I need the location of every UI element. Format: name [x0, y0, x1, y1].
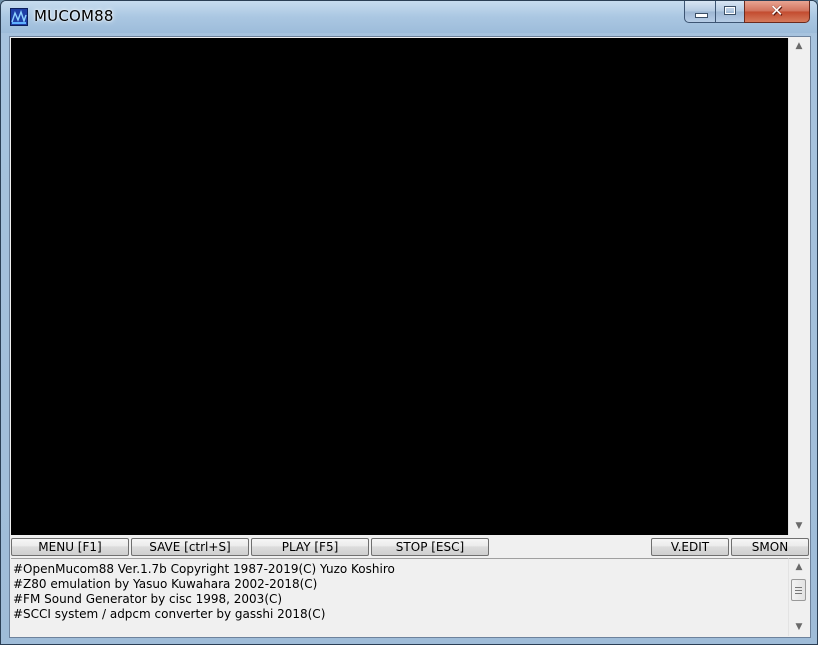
- minimize-icon: [695, 13, 708, 18]
- save-button[interactable]: SAVE [ctrl+S]: [131, 538, 249, 556]
- log-line: #SCCI system / adpcm converter by gasshi…: [13, 607, 326, 621]
- scroll-down-arrow-icon[interactable]: ▼: [789, 518, 809, 535]
- scroll-thumb[interactable]: [791, 579, 806, 601]
- play-button[interactable]: PLAY [F5]: [251, 538, 369, 556]
- scroll-up-arrow-icon[interactable]: ▲: [789, 38, 809, 55]
- grip-icon: [795, 587, 802, 588]
- log-line: #OpenMucom88 Ver.1.7b Copyright 1987-201…: [13, 562, 395, 576]
- vedit-button[interactable]: V.EDIT: [651, 538, 729, 556]
- close-button[interactable]: ✕: [744, 1, 810, 23]
- log-line: #FM Sound Generator by cisc 1998, 2003(C…: [13, 592, 283, 606]
- app-window: MUCOM88 ✕ ▲ ▼ MENU [F1] SAVE [ctrl+S] PL…: [0, 0, 818, 645]
- window-title: MUCOM88: [34, 7, 114, 25]
- log-line: #Z80 emulation by Yasuo Kuwahara 2002-20…: [13, 577, 318, 591]
- grip-icon: [795, 593, 802, 594]
- title-bar[interactable]: MUCOM88 ✕: [1, 1, 817, 33]
- mml-editor[interactable]: [11, 38, 788, 535]
- grip-icon: [795, 590, 802, 591]
- stop-button[interactable]: STOP [ESC]: [371, 538, 489, 556]
- smon-button[interactable]: SMON: [731, 538, 809, 556]
- scroll-up-arrow-icon[interactable]: ▲: [789, 559, 809, 576]
- editor-scrollbar[interactable]: ▲ ▼: [788, 38, 809, 535]
- menu-button[interactable]: MENU [F1]: [11, 538, 129, 556]
- close-icon: ✕: [770, 1, 784, 20]
- scroll-down-arrow-icon[interactable]: ▼: [789, 619, 809, 636]
- log-scrollbar[interactable]: ▲ ▼: [788, 558, 809, 636]
- toolbar: MENU [F1] SAVE [ctrl+S] PLAY [F5] STOP […: [10, 536, 810, 558]
- log-output[interactable]: #OpenMucom88 Ver.1.7b Copyright 1987-201…: [11, 558, 788, 636]
- client-area: ▲ ▼ MENU [F1] SAVE [ctrl+S] PLAY [F5] ST…: [9, 36, 811, 638]
- minimize-button[interactable]: [684, 1, 716, 23]
- maximize-icon: [724, 6, 736, 15]
- app-icon[interactable]: [10, 8, 28, 26]
- caption-buttons: ✕: [684, 1, 810, 23]
- maximize-button[interactable]: [715, 1, 745, 23]
